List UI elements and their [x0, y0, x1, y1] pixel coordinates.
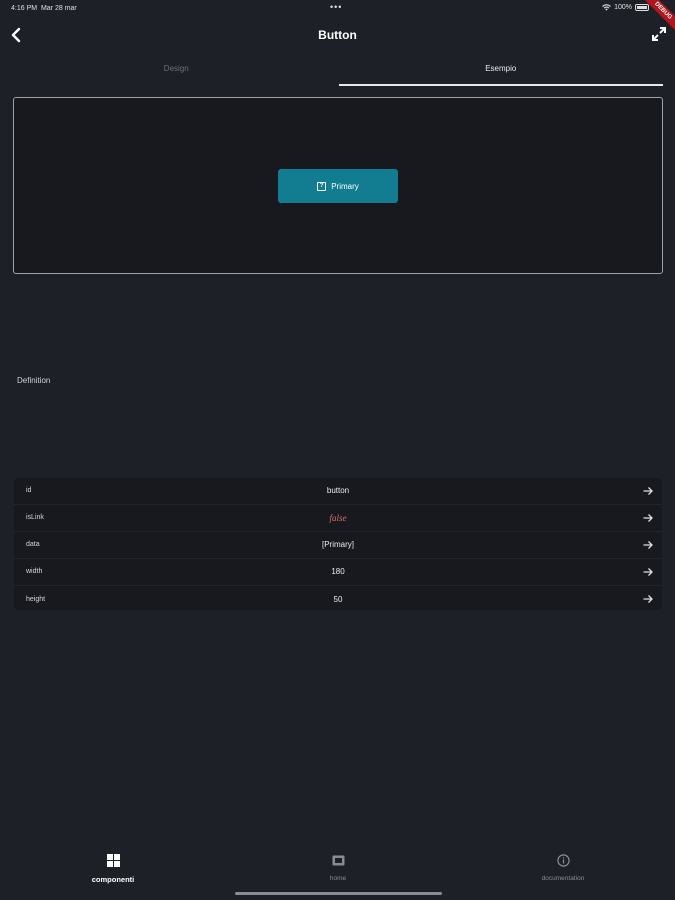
property-row-data[interactable]: data [Primary]	[14, 532, 662, 559]
help-icon: ?	[317, 181, 327, 191]
image-icon	[332, 855, 344, 866]
property-value: [Primary]	[322, 540, 354, 550]
nav-label: componenti	[91, 875, 135, 884]
primary-button[interactable]: ? Primary	[278, 169, 398, 203]
property-row-islink[interactable]: isLink false	[14, 505, 662, 532]
nav-label: documentation	[541, 875, 585, 882]
bottom-navigation: componenti home documentation	[0, 848, 675, 888]
home-indicator[interactable]	[235, 892, 442, 895]
property-key: width	[26, 568, 43, 576]
nav-item-home[interactable]: home	[278, 854, 398, 882]
properties-table: id button isLink false data [Primary] wi…	[14, 478, 662, 610]
fullscreen-button[interactable]	[651, 26, 667, 42]
property-value: button	[326, 486, 350, 496]
property-row-id[interactable]: id button	[14, 478, 662, 505]
property-row-height[interactable]: height 50	[14, 586, 662, 613]
status-bar: 4:16 PM Mar 28 mar ••• 100% DEBUG	[0, 0, 675, 36]
property-row-width[interactable]: width 180	[14, 559, 662, 586]
primary-button-label: Primary	[331, 181, 359, 191]
tab-bar: Design Esempio	[14, 56, 663, 86]
property-value: false	[329, 512, 347, 523]
arrow-right-icon	[643, 540, 653, 549]
tab-design[interactable]: Design	[14, 56, 339, 86]
property-key: isLink	[26, 514, 44, 522]
status-time: 4:16 PM Mar 28 mar	[11, 5, 77, 12]
tab-esempio[interactable]: Esempio	[338, 56, 663, 86]
property-key: height	[26, 595, 46, 603]
navigation-bar: Button	[0, 20, 675, 52]
expand-icon	[652, 27, 666, 41]
page-title: Button	[318, 28, 357, 42]
battery-percentage: 100%	[614, 4, 632, 11]
grid-icon	[106, 854, 120, 867]
arrow-right-icon	[643, 595, 653, 603]
property-key: id	[26, 487, 32, 495]
definition-heading: Definition	[17, 376, 51, 385]
example-preview-panel: ? Primary	[13, 97, 663, 274]
arrow-right-icon	[643, 486, 653, 495]
property-value: 180	[331, 567, 345, 577]
arrow-right-icon	[643, 567, 653, 576]
battery-icon	[635, 4, 649, 11]
arrow-right-icon	[643, 513, 653, 522]
status-indicators: 100%	[602, 4, 649, 11]
multitask-dots[interactable]: •••	[330, 2, 342, 12]
nav-label: home	[329, 875, 347, 882]
nav-item-documentation[interactable]: documentation	[503, 854, 623, 882]
info-icon	[556, 854, 570, 867]
property-value: 50	[333, 594, 343, 604]
property-key: data	[26, 541, 40, 549]
nav-item-componenti[interactable]: componenti	[53, 854, 173, 884]
wifi-icon	[602, 4, 611, 11]
